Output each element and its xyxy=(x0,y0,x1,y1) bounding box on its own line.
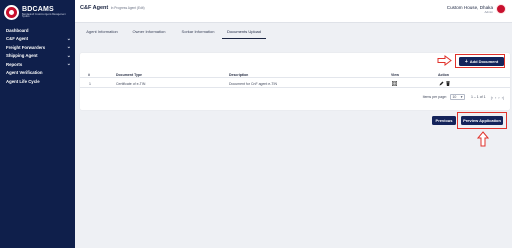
sidebar-item-shipping-agent[interactable]: Shipping Agent ⌄ xyxy=(0,52,75,61)
sidebar-item-label: Dashboard xyxy=(6,27,29,33)
tab-documents-upload[interactable]: Documents Upload xyxy=(222,27,266,39)
chevron-down-icon: ⌄ xyxy=(66,44,71,51)
top-header: C&F Agent In Progress Agent (Edit) Custo… xyxy=(75,0,512,23)
page-title-text: C&F Agent xyxy=(80,5,109,11)
sidebar-item-label: Agent Verification xyxy=(6,70,43,76)
chevron-down-icon: ⌄ xyxy=(66,61,71,68)
sidebar-item-label: Freight Forwarders xyxy=(6,44,46,50)
add-document-label: Add Document xyxy=(469,59,499,64)
next-page-icon[interactable]: › xyxy=(498,95,499,100)
row-description: Document for CnF agent e-TIN xyxy=(229,81,278,86)
column-header-description: Description xyxy=(229,72,249,77)
column-header-view: View xyxy=(391,72,399,77)
chevron-down-icon: ⌄ xyxy=(66,35,71,42)
page-range: 1 – 1 of 1 xyxy=(470,95,486,99)
sidebar-item-label: Agent Life Cycle xyxy=(6,78,40,84)
page-subtitle: In Progress Agent (Edit) xyxy=(110,6,145,10)
user-menu[interactable]: Custom House, Dhaka Admin xyxy=(447,4,506,14)
plus-icon: + xyxy=(464,58,468,65)
sidebar-nav: Dashboard C&F Agent ⌄ Freight Forwarders ⌄… xyxy=(0,26,75,86)
sidebar: BDCAMS Bangladesh Customs Agents Managem… xyxy=(0,0,75,248)
sidebar-item-reports[interactable]: Reports ⌄ xyxy=(0,60,75,69)
tab-owner-information[interactable]: Owner Information xyxy=(124,27,174,39)
chevron-down-icon: ⌄ xyxy=(66,52,71,59)
sidebar-item-agent-life-cycle[interactable]: Agent Life Cycle xyxy=(0,77,75,86)
user-role: Admin xyxy=(484,9,493,14)
add-document-button[interactable]: + Add Document xyxy=(459,57,504,66)
brand-subtitle: Bangladesh Customs Agents Management Sys… xyxy=(22,13,66,18)
items-per-page-select[interactable]: 10 ▾ xyxy=(449,94,465,100)
chevron-down-icon: ▾ xyxy=(460,95,463,99)
sidebar-item-cf-agent[interactable]: C&F Agent ⌄ xyxy=(0,35,75,44)
column-header-document-type: Document Type xyxy=(116,72,142,77)
brand[interactable]: BDCAMS Bangladesh Customs Agents Managem… xyxy=(0,0,75,24)
sidebar-item-freight-forwarders[interactable]: Freight Forwarders ⌄ xyxy=(0,43,75,52)
sidebar-item-dashboard[interactable]: Dashboard xyxy=(0,26,75,35)
avatar[interactable] xyxy=(496,4,506,14)
last-page-icon[interactable]: ›| xyxy=(502,95,504,100)
items-per-page-value: 10 xyxy=(452,95,457,99)
annotation-arrow-right-icon xyxy=(437,55,452,66)
first-page-icon[interactable]: |‹ xyxy=(491,95,493,100)
brand-name: BDCAMS xyxy=(22,5,54,13)
table-row: 1 Certificate of e-TIN Document for CnF … xyxy=(80,79,510,88)
previous-button[interactable]: Previous xyxy=(432,116,456,125)
tab-sorkar-information[interactable]: Sorkar Information xyxy=(174,27,222,39)
previous-page-icon[interactable]: ‹ xyxy=(495,95,496,100)
tab-agent-information[interactable]: Agent Information xyxy=(80,27,124,39)
delete-icon[interactable] xyxy=(446,80,450,87)
view-document-icon[interactable] xyxy=(391,80,398,87)
user-name: Custom House, Dhaka xyxy=(446,4,493,10)
edit-icon[interactable] xyxy=(439,81,444,87)
table-header: # Document Type Description View Action xyxy=(80,71,510,78)
logo xyxy=(4,4,19,20)
tab-bar: Agent Information Owner Information Sork… xyxy=(80,27,266,39)
column-header-action: Action xyxy=(438,72,449,77)
column-header-number: # xyxy=(88,72,90,77)
row-document-type: Certificate of e-TIN xyxy=(116,81,146,86)
paginator: Items per page: 10 ▾ 1 – 1 of 1 |‹ ‹ › ›… xyxy=(423,94,504,100)
preview-application-button[interactable]: Preview Application xyxy=(461,116,503,125)
sidebar-item-label: Reports xyxy=(6,61,23,67)
annotation-arrow-up-icon xyxy=(477,131,489,147)
page-title: C&F Agent In Progress Agent (Edit) xyxy=(80,5,145,11)
sidebar-item-agent-verification[interactable]: Agent Verification xyxy=(0,69,75,78)
app-root: BDCAMS Bangladesh Customs Agents Managem… xyxy=(0,0,512,248)
items-per-page-label: Items per page: xyxy=(422,95,447,99)
row-number: 1 xyxy=(89,81,91,86)
sidebar-item-label: Shipping Agent xyxy=(6,53,38,59)
sidebar-item-label: C&F Agent xyxy=(6,36,29,42)
